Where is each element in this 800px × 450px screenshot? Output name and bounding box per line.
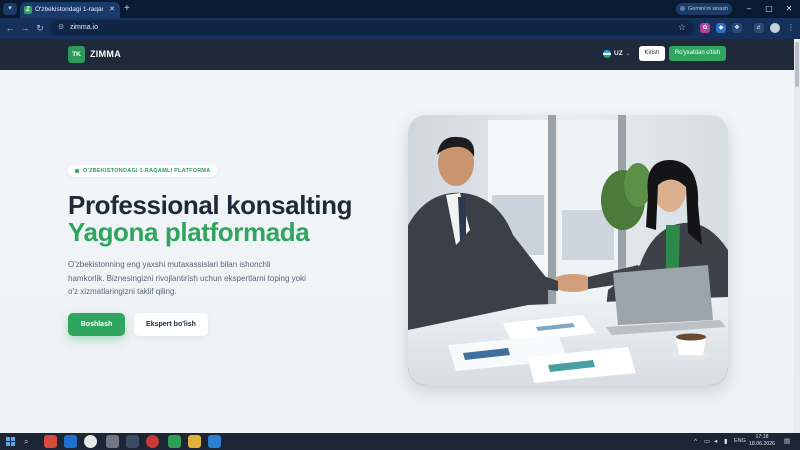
platform-badge: O'ZBEKISTONDAGI 1-RAQAMLI PLATFORMA	[68, 165, 217, 177]
badge-dot-icon	[75, 169, 79, 173]
gemini-button[interactable]: Gemini'ni sinash	[676, 3, 732, 15]
browser-tab[interactable]: Z O'zbekistondagi 1-raqamli platform ✕	[20, 2, 120, 18]
maximize-icon[interactable]: ▢	[762, 3, 776, 15]
platform-badge-text: O'ZBEKISTONDAGI 1-RAQAMLI PLATFORMA	[83, 168, 211, 174]
battery-icon[interactable]: ▮	[724, 436, 728, 447]
login-button[interactable]: Kirish	[639, 46, 665, 61]
hero-description: O'zbekistonning eng yaxshi mutaxassislar…	[68, 260, 306, 296]
start-button[interactable]: Boshlash	[68, 313, 125, 336]
volume-icon[interactable]: ◂	[714, 436, 717, 447]
site-info-icon[interactable]: ⚙	[58, 23, 64, 33]
uzbekistan-flag-icon	[603, 50, 611, 58]
extension-icon[interactable]: ✿	[700, 23, 710, 33]
remote-desktop-icon[interactable]	[208, 435, 221, 448]
clock-time: 17:18	[755, 434, 769, 440]
address-bar: ← → ↻ ⚙ zimma.io ☆ ✿ ◆ ❖ ♬ ⋮	[0, 18, 800, 39]
handshake-illustration	[408, 115, 728, 385]
chrome-profile-icon[interactable]	[146, 435, 159, 448]
register-button[interactable]: Ro'yxatdan o'tish	[669, 46, 726, 61]
system-clock[interactable]: 17:18 18.06.2026	[748, 434, 776, 448]
logo-text[interactable]: ZIMMA	[90, 49, 121, 59]
windows-start-icon[interactable]	[6, 437, 15, 446]
app-icon[interactable]	[106, 435, 119, 448]
reload-icon[interactable]: ↻	[34, 22, 46, 34]
chevron-down-icon: ⌄	[625, 51, 631, 57]
terminal-app-icon[interactable]	[168, 435, 181, 448]
window-close-icon[interactable]: ✕	[782, 3, 796, 15]
windows-taskbar: ⌕ ^ ▭ ◂ ▮ ENG 17:18 18.06.2026 ▤	[0, 433, 800, 450]
outlook-icon[interactable]	[64, 435, 77, 448]
bookmark-star-icon[interactable]: ☆	[678, 22, 686, 33]
opera-browser-icon[interactable]	[44, 435, 57, 448]
extensions-puzzle-icon[interactable]: ❖	[732, 23, 742, 33]
notification-icon[interactable]: ▤	[784, 436, 790, 447]
hero-business-photo	[408, 115, 728, 385]
become-expert-button[interactable]: Ekspert bo'lish	[134, 313, 208, 336]
tab-favicon-icon: Z	[24, 6, 32, 14]
tray-chevron-icon[interactable]: ^	[694, 436, 697, 447]
media-control-icon[interactable]: ♬	[754, 23, 764, 33]
language-selector[interactable]: UZ ⌄	[603, 48, 631, 60]
forward-arrow-icon[interactable]: →	[19, 22, 31, 34]
chrome-browser-icon[interactable]	[126, 435, 139, 448]
taskbar-search-icon[interactable]: ⌕	[24, 436, 28, 447]
shield-extension-icon[interactable]: ◆	[716, 23, 726, 33]
clock-date: 18.06.2026	[749, 441, 775, 447]
yandex-browser-icon[interactable]	[84, 435, 97, 448]
profile-avatar-icon[interactable]	[770, 23, 780, 33]
network-icon[interactable]: ▭	[704, 436, 710, 447]
tab-search-menu-icon[interactable]: ▾	[3, 3, 17, 15]
url-field[interactable]: ⚙ zimma.io ☆	[50, 20, 694, 36]
logo-badge[interactable]: TK	[68, 46, 85, 63]
hero-title-accent: Yagona platformada	[68, 217, 310, 247]
file-explorer-icon[interactable]	[188, 435, 201, 448]
url-text: zimma.io	[70, 24, 99, 31]
tab-title: O'zbekistondagi 1-raqamli platform	[35, 6, 103, 13]
minimize-icon[interactable]: –	[742, 3, 756, 15]
browser-tab-strip: ▾ Z O'zbekistondagi 1-raqamli platform ✕…	[0, 0, 800, 18]
page-scrollbar[interactable]	[794, 39, 800, 433]
back-arrow-icon[interactable]: ←	[4, 22, 16, 34]
input-language[interactable]: ENG	[734, 436, 746, 447]
language-code: UZ	[614, 50, 623, 57]
browser-menu-icon[interactable]: ⋮	[786, 23, 796, 33]
tab-close-icon[interactable]: ✕	[109, 5, 115, 13]
new-tab-plus-icon[interactable]: +	[124, 3, 130, 15]
scrollbar-thumb[interactable]	[795, 42, 799, 87]
